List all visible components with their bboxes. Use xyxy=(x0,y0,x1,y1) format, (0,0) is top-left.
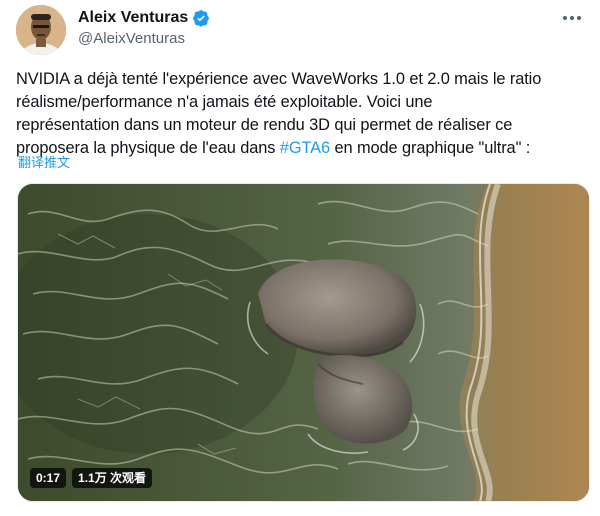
verified-badge-icon xyxy=(192,9,210,27)
video-frame-image xyxy=(18,184,589,501)
video-badges: 0:17 1.1万 次观看 xyxy=(30,468,153,488)
more-options-icon[interactable] xyxy=(560,8,584,28)
avatar[interactable] xyxy=(16,5,66,55)
author-handle[interactable]: @AleixVenturas xyxy=(78,30,185,47)
tweet-text-line: représentation dans un moteur de rendu 3… xyxy=(16,116,513,134)
author-display-name[interactable]: Aleix Venturas xyxy=(78,9,188,27)
hashtag-link[interactable]: #GTA6 xyxy=(280,139,330,157)
tweet-text: NVIDIA a déjà tenté l'expérience avec Wa… xyxy=(16,68,586,160)
video-player[interactable] xyxy=(17,183,590,502)
translate-tweet-link[interactable]: 翻译推文 xyxy=(18,152,70,171)
tweet-text-line-last: proposera la physique de l'eau dans #GTA… xyxy=(16,137,586,160)
tweet-text-segment: en mode graphique "ultra" : xyxy=(330,139,531,157)
tweet-text-line: réalisme/performance n'a jamais été expl… xyxy=(16,93,433,111)
video-duration-badge: 0:17 xyxy=(30,468,67,488)
avatar-character-icon xyxy=(16,5,66,55)
tweet-card: Aleix Venturas @AleixVenturas NVIDIA a d… xyxy=(0,0,600,516)
tweet-text-line: NVIDIA a déjà tenté l'expérience avec Wa… xyxy=(16,70,542,88)
video-views-badge: 1.1万 次观看 xyxy=(72,468,153,488)
